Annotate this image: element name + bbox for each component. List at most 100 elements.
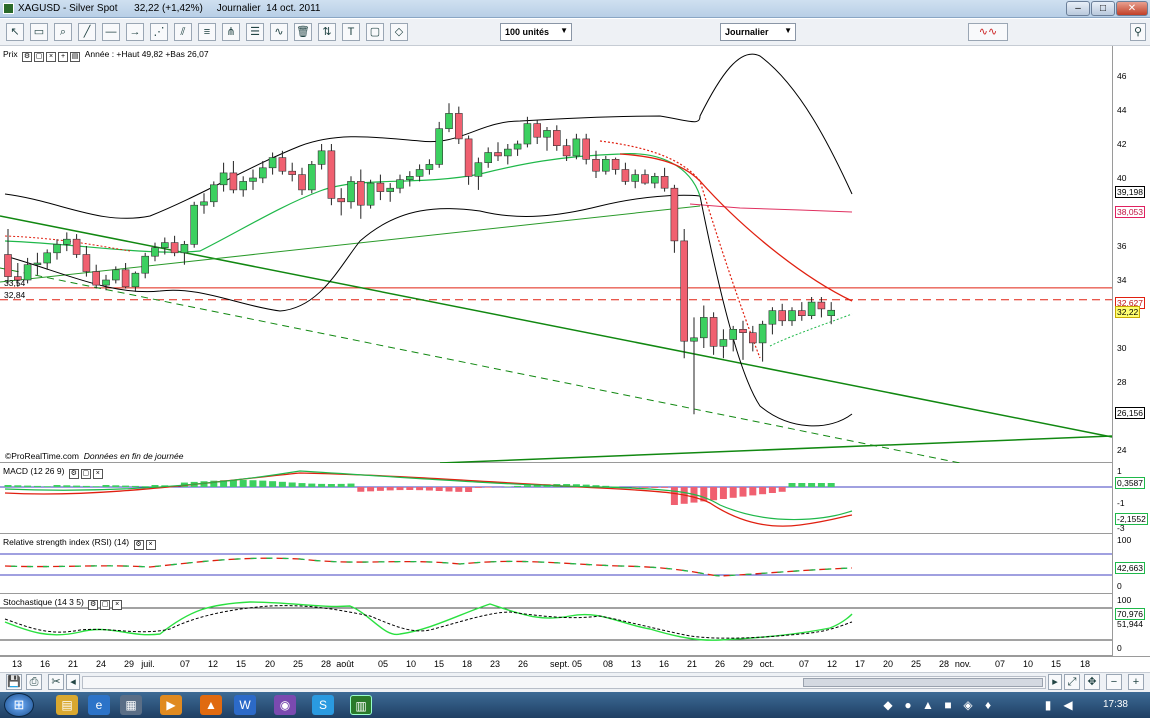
macd-hist-up <box>298 483 306 487</box>
wrench-icon[interactable]: ⚙ <box>133 540 144 550</box>
rsi-chart[interactable] <box>0 534 1112 594</box>
word-icon[interactable]: W <box>234 695 256 715</box>
window-icon[interactable]: ▢ <box>80 469 91 479</box>
tray-icon[interactable]: ■ <box>940 695 956 715</box>
chart-bottom-bar: 💾 ⎙ ✂ ◂ ▸ ⤢ ✥ − + <box>0 672 1150 692</box>
macd-hist-down <box>425 487 433 491</box>
macd-hist-down <box>376 487 384 491</box>
delete-icon[interactable]: 🗑 <box>294 23 312 41</box>
zoom-fit-icon[interactable]: ⤢ <box>1064 674 1080 690</box>
save-icon[interactable]: 💾 <box>6 674 22 690</box>
bullish-candle <box>768 310 777 325</box>
macd-hist-down <box>749 487 757 496</box>
cursor-icon[interactable]: ↖ <box>6 23 24 41</box>
tray-icon[interactable]: ♦ <box>980 695 996 715</box>
macd-hist-down <box>759 487 767 495</box>
retracement-icon[interactable]: ☰ <box>246 23 264 41</box>
scroll-right-icon[interactable]: ▸ <box>1048 674 1062 690</box>
bearish-candle <box>797 310 806 317</box>
macd-chart[interactable] <box>0 463 1112 534</box>
pan-icon[interactable]: ✥ <box>1084 674 1100 690</box>
date-tick: juil. <box>141 659 155 669</box>
trend-line-icon[interactable]: ╱ <box>78 23 96 41</box>
folder-icon[interactable]: ▤ <box>56 695 78 715</box>
close-icon[interactable]: × <box>92 469 103 479</box>
volume-icon[interactable]: ◀ <box>1060 695 1076 715</box>
chart-style-icon[interactable]: ∿∿ <box>968 23 1008 41</box>
bearish-candle <box>92 271 100 286</box>
wave-icon[interactable]: ∿ <box>270 23 288 41</box>
vlc-icon[interactable]: ▲ <box>200 695 222 715</box>
uptrend-line <box>439 435 1113 464</box>
fan-icon[interactable]: ⋰ <box>150 23 168 41</box>
bullish-candle <box>435 128 444 165</box>
bullish-candle <box>415 169 424 177</box>
bearish-candle <box>4 254 12 277</box>
bullish-candle <box>719 339 728 347</box>
price-tick: 46 <box>1117 71 1127 81</box>
close-button[interactable]: ✕ <box>1116 1 1148 16</box>
bearish-candle <box>337 198 346 203</box>
stoch-chart[interactable] <box>0 594 1112 656</box>
wrench-icon[interactable]: ⚙ <box>68 469 79 479</box>
scrollbar-thumb[interactable] <box>803 678 1043 687</box>
zoom-out-icon[interactable]: − <box>1106 674 1122 690</box>
upper-band-value: 39,198 <box>1115 186 1145 198</box>
bullish-candle <box>112 269 120 281</box>
bullish-candle <box>366 182 375 206</box>
ruler-icon[interactable]: ▭ <box>30 23 48 41</box>
macd-hist-up <box>347 483 355 487</box>
price-chart[interactable] <box>0 46 1113 464</box>
browser-icon[interactable]: e <box>88 695 110 715</box>
close-icon[interactable]: × <box>112 600 123 610</box>
tray-icon[interactable]: ▲ <box>920 695 936 715</box>
macd-tick: 1 <box>1117 466 1122 476</box>
date-tick: 21 <box>686 659 698 669</box>
app-icon[interactable]: ◉ <box>274 695 296 715</box>
minimize-button[interactable]: – <box>1066 1 1090 16</box>
app-icon[interactable]: ▦ <box>120 695 142 715</box>
horizontal-line-icon[interactable]: — <box>102 23 120 41</box>
bearish-candle <box>494 152 502 157</box>
horizontal-scrollbar[interactable] <box>82 676 1046 689</box>
units-select[interactable]: 100 unités ▼ <box>500 23 572 41</box>
macd-hist-up <box>817 483 825 487</box>
window-icon[interactable]: ▢ <box>100 600 111 610</box>
shapes-icon[interactable]: ◇ <box>390 23 408 41</box>
text-icon[interactable]: T <box>342 23 360 41</box>
prorealtime-task-icon[interactable]: ▥ <box>350 695 372 715</box>
close-icon[interactable]: × <box>145 540 156 550</box>
fibonacci-icon[interactable]: ≡ <box>198 23 216 41</box>
pin-icon[interactable]: ⚲ <box>1130 23 1146 41</box>
scroll-left-icon[interactable]: ◂ <box>66 674 80 690</box>
skype-icon[interactable]: S <box>312 695 334 715</box>
bullish-candle <box>249 177 257 182</box>
rectangle-icon[interactable]: ▢ <box>366 23 384 41</box>
start-button[interactable]: ⊞ <box>4 693 34 717</box>
period-select[interactable]: Journalier ▼ <box>720 23 796 41</box>
bullish-candle <box>62 238 71 245</box>
macd-hist-up <box>53 485 61 487</box>
maximize-button[interactable]: □ <box>1091 1 1115 16</box>
macd-hist-up <box>43 486 51 487</box>
tray-icon[interactable]: ● <box>900 695 916 715</box>
ray-icon[interactable]: → <box>126 23 144 41</box>
stoch-pane-header: Stochastique (14 3 5) ⚙ ▢ × <box>3 597 123 610</box>
media-player-icon[interactable]: ▶ <box>160 695 182 715</box>
network-icon[interactable]: ▮ <box>1040 695 1056 715</box>
zoom-icon[interactable]: ⌕ <box>54 23 72 41</box>
tray-icon[interactable]: ◆ <box>880 695 896 715</box>
arrows-icon[interactable]: ⇅ <box>318 23 336 41</box>
cut-icon[interactable]: ✂ <box>48 674 64 690</box>
print-icon[interactable]: ⎙ <box>26 674 42 690</box>
zoom-in-icon[interactable]: + <box>1128 674 1144 690</box>
channel-icon[interactable]: ⫽ <box>174 23 192 41</box>
tray-icon[interactable]: ◈ <box>960 695 976 715</box>
rsi-axis: 100 42,663 0 <box>1112 534 1150 594</box>
wrench-icon[interactable]: ⚙ <box>88 600 99 610</box>
pitchfork-icon[interactable]: ⋔ <box>222 23 240 41</box>
source-note: Données en fin de journée <box>83 451 184 461</box>
bearish-candle <box>356 181 365 206</box>
rsi-pane: Relative strength index (RSI) (14) ⚙ × <box>0 534 1112 594</box>
macd-hist-down <box>465 487 473 492</box>
